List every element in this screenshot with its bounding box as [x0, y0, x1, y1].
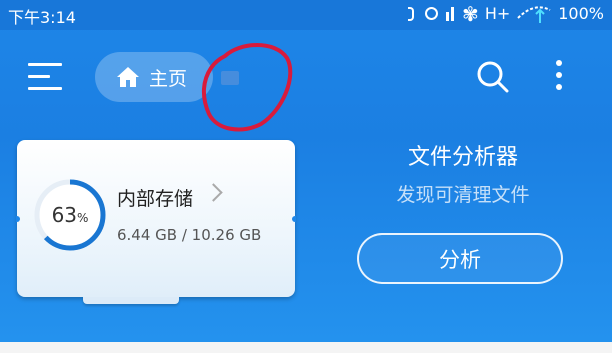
analyze-button[interactable]: 分析 — [357, 233, 563, 284]
file-analyzer-subtitle: 发现可清理文件 — [396, 184, 530, 206]
alarm-icon — [425, 7, 439, 20]
internal-storage-card[interactable]: 63% 内部存储 6.44 GB / 10.26 GB — [16, 140, 296, 304]
file-analyzer-title: 文件分析器 — [407, 145, 518, 170]
sd-card-icon[interactable] — [221, 71, 239, 85]
home-icon — [115, 65, 141, 89]
search-icon[interactable] — [476, 60, 510, 94]
storage-title: 内部存储 — [117, 188, 194, 210]
chevron-right-icon — [204, 183, 223, 202]
network-type: H+ — [484, 4, 511, 23]
home-tab-label: 主页 — [149, 67, 188, 90]
storage-percent: 63% — [51, 203, 89, 227]
status-bar: 下午3:14 ✾ H+ 100% — [0, 0, 612, 30]
bottom-strip — [0, 342, 612, 353]
bluetooth-icon — [403, 6, 419, 22]
status-icons: ✾ H+ 100% — [403, 1, 604, 26]
status-time: 下午3:14 — [8, 8, 76, 27]
flower-icon: ✾ — [462, 1, 479, 26]
signal-strength-icon — [516, 5, 552, 23]
menu-icon[interactable] — [28, 63, 62, 91]
app-screen: 下午3:14 ✾ H+ 100% 主页 63 % 内部存储 6.44 GB / … — [0, 0, 612, 342]
more-options-icon[interactable] — [555, 60, 563, 96]
home-tab[interactable]: 主页 — [95, 52, 213, 102]
battery-level: 100% — [558, 4, 604, 23]
top-toolbar: 主页 — [0, 30, 612, 122]
data-signal-icon — [444, 6, 456, 22]
storage-size: 6.44 GB / 10.26 GB — [117, 226, 262, 244]
